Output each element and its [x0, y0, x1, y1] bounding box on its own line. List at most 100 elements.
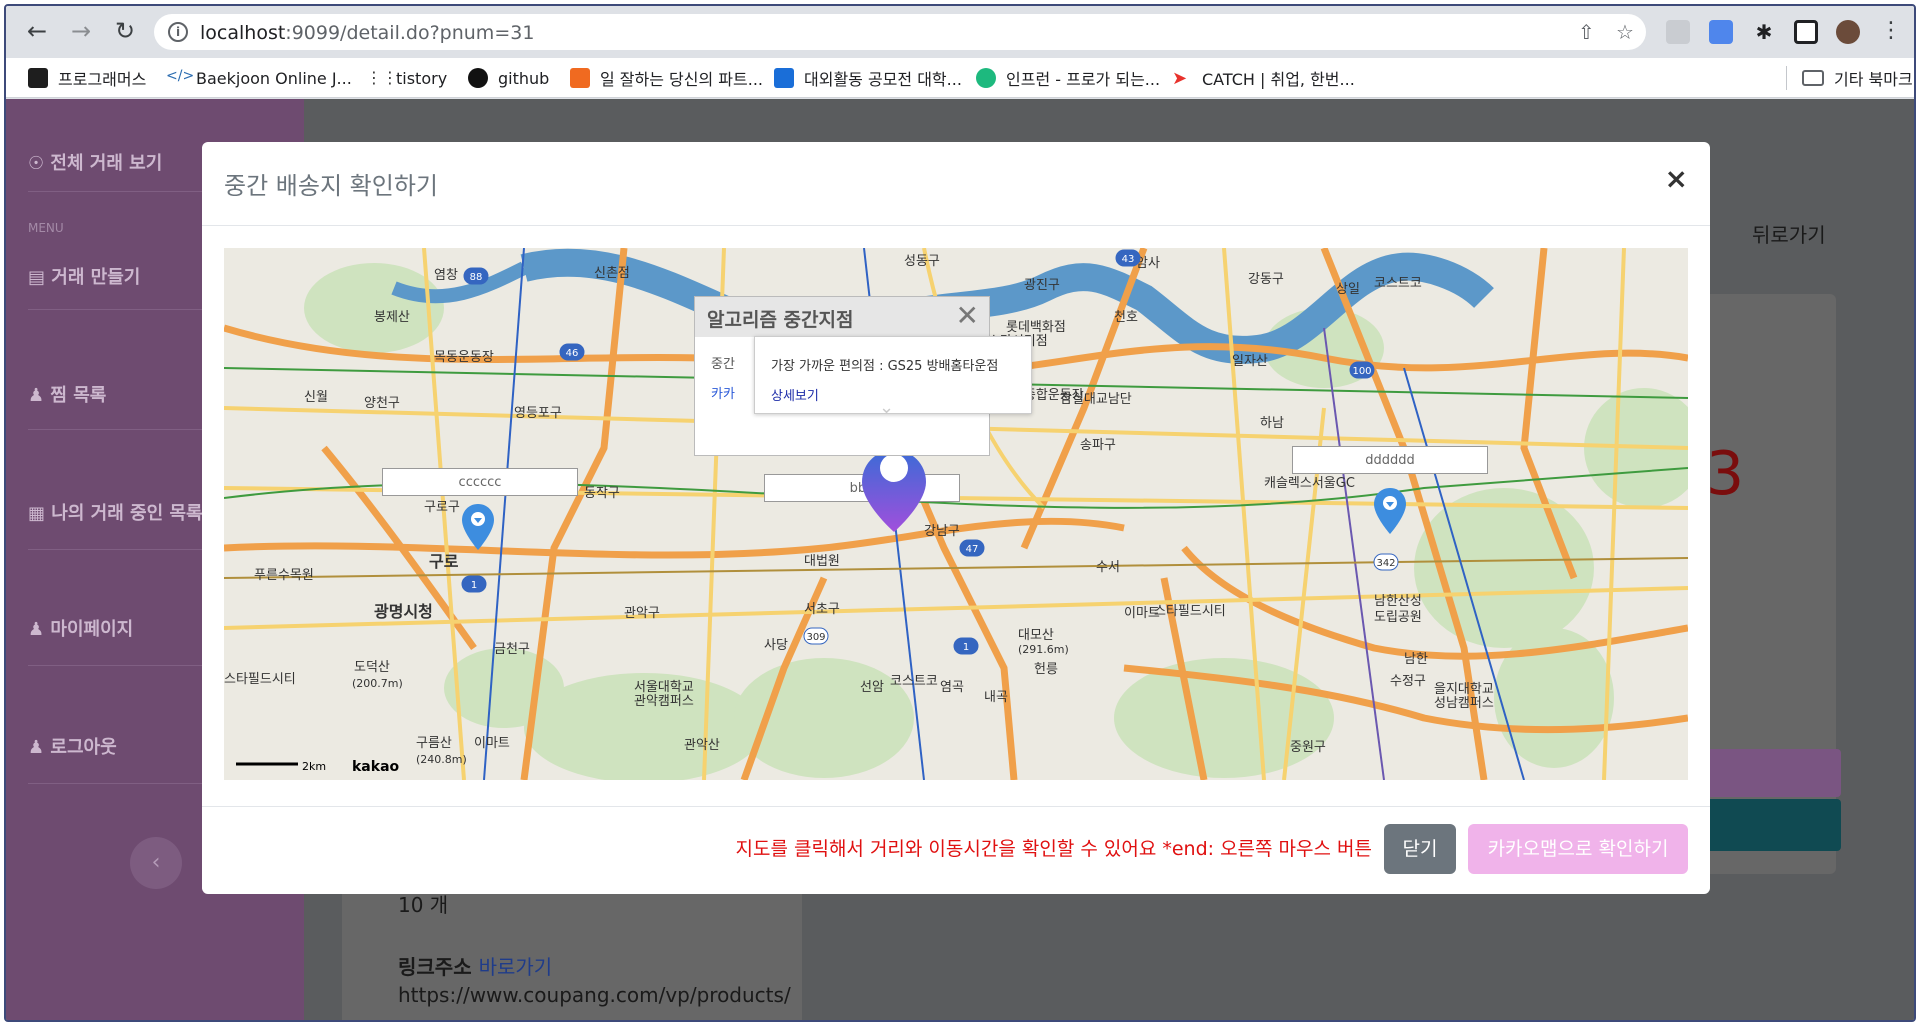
- map-pin-icon[interactable]: [460, 502, 496, 552]
- place-label: 코스트코: [890, 674, 938, 689]
- close-icon[interactable]: ✕: [956, 299, 979, 332]
- place-label: 스타필드시티: [1154, 604, 1226, 619]
- infowindow-title: 알고리즘 중간지점: [707, 309, 854, 331]
- puzzle-icon[interactable]: ✱: [1752, 20, 1776, 44]
- sidebar-item-my-trades[interactable]: ▦ 나의 거래 중인 목록: [28, 499, 203, 525]
- nearest-store-tooltip: 가장 가까운 편의점 : GS25 방배홈타운점 상세보기 ⌄: [754, 336, 1032, 418]
- tistory-icon: ⋮⋮: [366, 68, 398, 87]
- bookmark-star-icon[interactable]: ☆: [1616, 20, 1634, 44]
- place-label: 내곡: [984, 690, 1008, 705]
- place-label: 관악산: [684, 738, 720, 753]
- place-label: 푸른수목원: [254, 568, 314, 583]
- road-badge-label: 43: [1122, 254, 1135, 265]
- sidebar-item-logout[interactable]: ♟ 로그아웃: [28, 733, 117, 759]
- side-panel-icon[interactable]: [1794, 20, 1818, 44]
- place-label: 이마트: [474, 736, 510, 751]
- place-label: 목동운동장: [434, 350, 494, 365]
- place-label: 잠실대교남단: [1060, 392, 1132, 407]
- linkareer-icon: [774, 68, 794, 88]
- bookmark-baekjoon[interactable]: </> Baekjoon Online J...: [166, 66, 352, 90]
- road-badge-label: 88: [470, 272, 483, 283]
- place-label: 을지대학교: [1434, 682, 1494, 697]
- sidebar-item-mypage[interactable]: ♟ 마이페이지: [28, 615, 133, 641]
- extension-icon[interactable]: [1666, 20, 1690, 44]
- share-icon[interactable]: ⇧: [1578, 20, 1595, 44]
- place-label: 스타필드시티: [224, 672, 296, 687]
- kakao-map[interactable]: 2km kakao 봉제산 목동운동장 신월 양천구 영등포구 동작구 구로구 구로 푸른수목원…: [224, 248, 1688, 780]
- sidebar-item-label: 마이페이지: [50, 619, 134, 640]
- link-label-text: 링크주소: [398, 955, 472, 979]
- other-bookmarks[interactable]: 기타 북마크: [1802, 66, 1913, 90]
- back-link[interactable]: 뒤로가기: [1752, 219, 1826, 248]
- forward-arrow-icon[interactable]: →: [66, 16, 96, 46]
- place-label: 코스트코: [1374, 276, 1422, 291]
- translate-icon[interactable]: [1709, 20, 1733, 44]
- place-label: 강남구: [924, 524, 960, 539]
- site-info-icon[interactable]: i: [168, 22, 188, 42]
- place-label: 하남: [1260, 416, 1284, 431]
- scale-label: 2km: [302, 760, 326, 773]
- bookmark-tistory[interactable]: ⋮⋮ tistory: [366, 66, 447, 90]
- place-label: 천호: [1114, 310, 1138, 325]
- place-label: 염창: [434, 268, 458, 283]
- close-button[interactable]: 닫기: [1384, 824, 1456, 874]
- github-icon: [468, 68, 488, 88]
- tooltip-text: 가장 가까운 편의점 : GS25 방배홈타운점: [771, 359, 999, 374]
- bookmark-label: CATCH | 취업, 한번...: [1202, 70, 1355, 89]
- bookmark-label: tistory: [396, 68, 448, 88]
- sidebar-item-wishlist[interactable]: ♟ 찜 목록: [28, 381, 106, 407]
- divider: [202, 806, 1710, 807]
- bookmark-label: 프로그래머스: [58, 70, 147, 89]
- more-menu-icon[interactable]: ⋮: [1876, 16, 1906, 46]
- sidebar-item-all-trades[interactable]: ☉ 전체 거래 보기: [28, 149, 162, 175]
- place-label: 신촌점: [594, 266, 630, 281]
- place-label: 금천구: [494, 642, 530, 657]
- back-arrow-icon[interactable]: ←: [22, 16, 52, 46]
- infowindow-link[interactable]: 카카: [711, 383, 735, 402]
- place-label: 신월: [304, 390, 328, 405]
- place-label: 성동구: [904, 254, 940, 269]
- bookmark-catch[interactable]: ➤ CATCH | 취업, 한번...: [1172, 66, 1355, 90]
- place-label: 광명시청: [374, 602, 433, 621]
- place-label: 구로구: [424, 500, 460, 515]
- place-label: 봉제산: [374, 310, 410, 325]
- place-label: 양천구: [364, 396, 400, 411]
- place-label: 중원구: [1290, 740, 1326, 755]
- kakao-map-button[interactable]: 카카오맵으로 확인하기: [1468, 824, 1688, 874]
- sidebar-item-label: 로그아웃: [50, 737, 117, 758]
- bookmark-label: github: [498, 68, 550, 88]
- tooltip-detail-link[interactable]: 상세보기: [771, 385, 819, 404]
- road-badge-label: 309: [806, 632, 825, 643]
- avatar[interactable]: [1836, 20, 1860, 44]
- url-text[interactable]: localhost:9099/detail.do?pnum=31: [200, 22, 534, 44]
- place-label: 헌릉: [1034, 662, 1058, 677]
- address-bar[interactable]: i localhost:9099/detail.do?pnum=31 ⇧ ☆: [154, 14, 1646, 50]
- place-label: 대모산: [1018, 628, 1054, 643]
- place-label: 수정구: [1390, 674, 1426, 689]
- road-badge-label: 1: [963, 642, 969, 653]
- bookmark-github[interactable]: github: [468, 66, 549, 90]
- bookmark-label: 일 잘하는 당신의 파트...: [600, 70, 763, 89]
- bookmark-programmers[interactable]: 프로그래머스: [28, 66, 146, 90]
- place-label: 송파구: [1080, 438, 1116, 453]
- footer-message: 지도를 클릭해서 거리와 이동시간을 확인할 수 있어요 *end: 오른쪽 마…: [735, 838, 1373, 860]
- midpoint-pin-icon[interactable]: [860, 448, 928, 534]
- map-pin-icon[interactable]: [1372, 486, 1408, 536]
- place-label: 상일: [1336, 282, 1360, 297]
- chevron-down-icon: ⌄: [879, 397, 895, 418]
- sidebar-item-create[interactable]: ▤ 거래 만들기: [28, 263, 140, 289]
- page: ☉ 전체 거래 보기 MENU ▤ 거래 만들기 ♟ 찜 목록 ▦ 나의 거래 …: [6, 99, 1914, 1020]
- bookmark-inflearn[interactable]: 인프런 - 프로가 되는...: [976, 66, 1160, 90]
- bookmark-partner[interactable]: 일 잘하는 당신의 파트...: [570, 66, 763, 90]
- bookmark-linkareer[interactable]: 대외활동 공모전 대학...: [774, 66, 962, 90]
- marker-label: cccccc: [382, 468, 578, 496]
- modal-title: 중간 배송지 확인하기: [224, 172, 438, 200]
- sidebar-collapse-button[interactable]: ‹: [130, 837, 182, 889]
- link-go[interactable]: 바로가기: [479, 955, 553, 979]
- reload-icon[interactable]: ↻: [110, 16, 140, 46]
- link-url[interactable]: https://www.coupang.com/vp/products/: [398, 983, 791, 1007]
- folder-icon: [1802, 70, 1824, 86]
- close-icon[interactable]: ×: [1665, 162, 1688, 195]
- place-label: 구름산: [416, 736, 452, 751]
- modal: 중간 배송지 확인하기 × 2km kakao 봉제산 목동운동장 신월 양천구…: [202, 142, 1710, 894]
